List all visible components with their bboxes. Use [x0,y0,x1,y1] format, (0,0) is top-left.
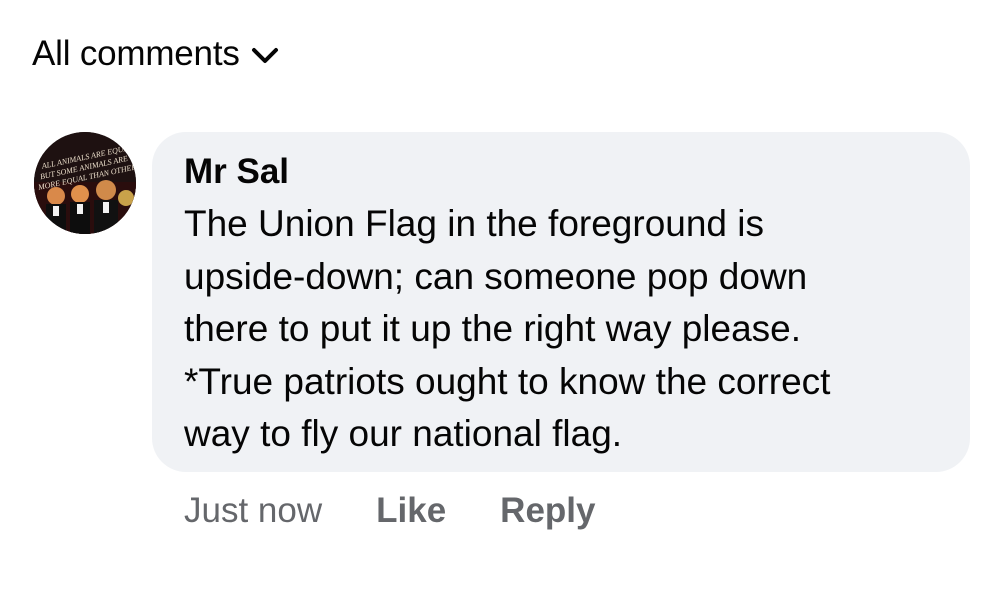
comment-text-line: The Union Flag in the foreground is [184,203,765,244]
comment-timestamp[interactable]: Just now [184,491,322,531]
comment-author[interactable]: Mr Sal [184,148,289,196]
comment-meta: Just now Like Reply [184,486,595,536]
chevron-down-icon [250,41,280,71]
avatar[interactable]: ALL ANIMALS ARE EQUAL BUT SOME ANIMALS A… [34,132,136,234]
comment-filter-dropdown[interactable]: All comments [32,32,280,76]
comment-text-line: *True patriots ought to know the correct [184,360,831,402]
reply-button[interactable]: Reply [500,491,595,531]
comment-filter-label: All comments [32,34,240,73]
comment-bubble: Mr Sal The Union Flag in the foreground … [152,132,970,472]
comment-text-line: there to put it up the right way please. [184,308,802,349]
like-button[interactable]: Like [376,491,446,531]
comment-text-line: way to fly our national flag. [184,413,623,454]
comment-text: The Union Flag in the foreground is upsi… [184,198,940,461]
comment-text-line: upside-down; can someone pop down [184,255,808,297]
